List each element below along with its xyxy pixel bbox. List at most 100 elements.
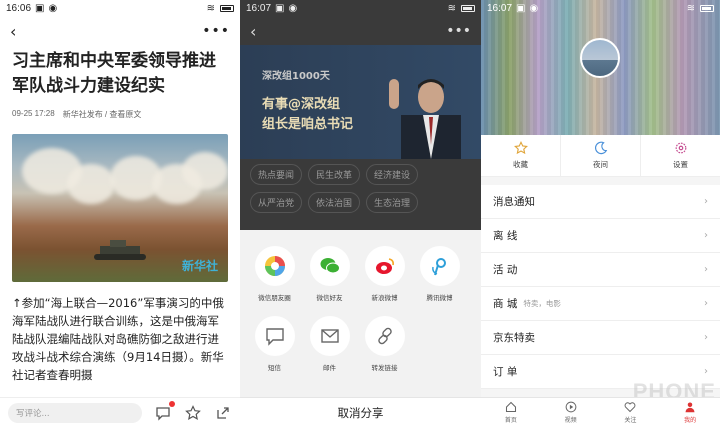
image-icon: ▣ [516,3,526,14]
comment-badge [169,400,175,407]
article-title: 习主席和中央军委领导推进军队战斗力建设纪实 [12,51,216,96]
share-icon[interactable] [214,404,232,422]
topic-tag[interactable]: 民生改革 [308,164,361,185]
profile-menu: 消息通知 › 离 线 › 活 动 › 商 城 特卖，电影 › 京东特卖 › 订 … [481,185,720,389]
share-sms-button[interactable]: 短信 [253,316,296,372]
share-row-2: 短信 邮件 转发链接 [240,316,481,372]
tab-me[interactable]: 我的 [660,398,720,427]
chevron-right-icon: › [704,298,708,309]
cancel-share-button[interactable]: 取消分享 [240,397,481,427]
wifi-icon: ≋ [206,3,215,14]
tab-label: 视频 [564,417,577,424]
menu-sublabel: 特卖，电影 [523,299,561,308]
article-bottom-bar: 写评论... [0,397,240,427]
share-label: 腾讯微博 [426,294,453,302]
tab-label: 关注 [624,417,637,424]
topic-tag[interactable]: 生态治理 [366,192,419,213]
promo-banner[interactable]: 深改组1000天 有事@深改组 组长是咱总书记 [240,45,481,159]
tank-graphic [94,240,146,260]
tab-label: 我的 [684,417,697,424]
chevron-right-icon: › [704,230,708,241]
gear-icon [675,142,686,154]
comment-input[interactable]: 写评论... [8,402,142,423]
article-caption: ↑参加“海上联合—2016”军事演习的中俄海军陆战队进行联合训练，这是中俄海军陆… [12,296,224,382]
sms-icon [265,328,284,346]
topic-tag[interactable]: 从严治党 [250,192,303,213]
menu-label: 活 动 [493,264,518,276]
tab-video[interactable]: 视频 [541,398,601,427]
share-row-1: 微信朋友圈 微信好友 新浪微博 腾讯微博 [240,246,481,302]
night-mode-button[interactable]: 夜间 [561,135,641,176]
more-icon[interactable]: ••• [446,23,471,39]
article-photo[interactable]: 新华社 [12,134,228,282]
banner-line-1: 有事@深改组 [262,97,341,112]
weibo-icon [375,258,394,274]
share-weibo-button[interactable]: 新浪微博 [363,246,406,302]
favorites-button[interactable]: 收藏 [481,135,561,176]
chevron-right-icon: › [704,366,708,377]
menu-item-jd-deals[interactable]: 京东特卖 › [481,321,720,355]
share-label: 微信好友 [316,294,343,302]
bottom-tab-bar: 首页 视频 关注 我的 [481,397,720,427]
back-icon[interactable]: ‹ [10,22,16,41]
menu-item-activities[interactable]: 活 动 › [481,253,720,287]
topic-tag[interactable]: 经济建设 [366,164,419,185]
avatar[interactable] [580,38,620,78]
menu-label: 京东特卖 [493,332,535,344]
menu-item-mall[interactable]: 商 城 特卖，电影 › [481,287,720,321]
share-mail-button[interactable]: 邮件 [308,316,351,372]
check-icon: ◉ [288,3,298,14]
topic-tag[interactable]: 热点要闻 [250,164,303,185]
quick-actions: 收藏 夜间 设置 [481,135,720,177]
share-tencent-weibo-button[interactable]: 腾讯微博 [418,246,461,302]
navbar: ‹ ••• [240,17,481,45]
status-bar: 16:07 ▣ ◉ ≋ [481,0,720,17]
portrait-graphic [389,79,461,159]
image-icon: ▣ [35,3,45,14]
article-source[interactable]: 新华社发布 / 查看原文 [63,109,142,120]
play-icon [565,401,576,413]
menu-label: 消息通知 [493,196,535,208]
article-panel: 16:06 ▣ ◉ ≋ ‹ ••• 习主席和中央军委领导推进军队战斗力建设纪实 … [0,0,240,427]
tab-label: 首页 [504,417,517,424]
share-wechat-button[interactable]: 微信好友 [308,246,351,302]
tencent-weibo-icon [431,258,446,276]
article-meta: 09-25 17:28 新华社发布 / 查看原文 [0,109,240,120]
menu-item-notifications[interactable]: 消息通知 › [481,185,720,219]
article-date: 09-25 17:28 [12,109,55,118]
back-icon[interactable]: ‹ [250,22,256,41]
menu-label: 订 单 [493,366,518,378]
battery-icon [700,5,714,12]
share-label: 微信朋友圈 [258,294,291,302]
share-moments-button[interactable]: 微信朋友圈 [253,246,296,302]
mail-icon [320,329,339,343]
settings-button[interactable]: 设置 [641,135,720,176]
share-panel: 16:07 ▣ ◉ ≋ ‹ ••• 深改组1000天 有事@深改组 组长是咱总书… [240,0,481,427]
home-icon [505,401,516,413]
banner-line-2: 组长是咱总书记 [262,117,354,132]
status-time: 16:07 [487,3,513,14]
favorite-star-icon[interactable] [184,404,202,422]
menu-label: 离 线 [493,230,518,242]
share-label: 短信 [268,364,281,372]
moon-icon [594,141,607,155]
menu-label: 商 城 [493,298,518,310]
quick-label: 设置 [673,160,688,169]
more-icon[interactable]: ••• [202,23,230,39]
menu-item-offline[interactable]: 离 线 › [481,219,720,253]
share-sheet: 微信朋友圈 微信好友 新浪微博 腾讯微博 短信 邮件 转发链接 [240,230,481,397]
star-icon [513,141,528,155]
chevron-right-icon: › [704,196,708,207]
topic-tags: 热点要闻 民生改革 经济建设 从严治党 依法治国 生态治理 [250,164,473,213]
share-link-button[interactable]: 转发链接 [363,316,406,372]
check-icon: ◉ [529,3,539,14]
status-bar: 16:07 ▣ ◉ ≋ [240,0,481,17]
comment-icon[interactable] [154,400,175,422]
profile-panel: 16:07 ▣ ◉ ≋ 收藏 夜间 设置 消息通知 › 离 线 › 活 动 › … [481,0,720,427]
dimmed-background: 16:07 ▣ ◉ ≋ ‹ ••• 深改组1000天 有事@深改组 组长是咱总书… [240,0,481,230]
image-icon: ▣ [275,3,285,14]
tab-follow[interactable]: 关注 [601,398,661,427]
topic-tag[interactable]: 依法治国 [308,192,361,213]
tab-home[interactable]: 首页 [481,398,541,427]
heart-icon [624,402,636,413]
